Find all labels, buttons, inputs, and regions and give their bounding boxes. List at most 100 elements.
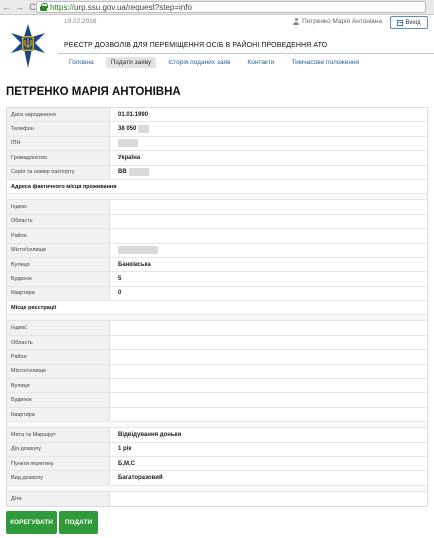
forward-arrow-icon[interactable]: → bbox=[13, 1, 26, 14]
table-row: Серія та номер паспорту ВВ bbox=[7, 165, 427, 180]
passport-value: ВВ bbox=[110, 166, 427, 179]
nav-divider bbox=[58, 53, 434, 54]
main-nav: Головна Подати заяву Історія поданих зая… bbox=[64, 57, 371, 68]
field-label: Мета та Маршрут bbox=[7, 428, 110, 442]
crossing-points-value: Б,М,С bbox=[118, 460, 135, 467]
tab-temporary-regulation[interactable]: Тимчасове положення bbox=[286, 57, 364, 68]
section-header: Місце реєстрації bbox=[7, 301, 427, 316]
field-label: Місто/селище bbox=[7, 243, 110, 257]
citizenship-value: Україна bbox=[118, 154, 141, 161]
table-row: Область bbox=[7, 335, 427, 351]
purpose-value: Відвідування доньки bbox=[118, 431, 182, 438]
browser-toolbar: ← → C https:// urp.ssu.gov.ua/request?st… bbox=[0, 0, 434, 15]
field-label: Вулиця bbox=[7, 379, 110, 393]
registry-title: РЕЄСТР ДОЗВОЛІВ ДЛЯ ПЕРЕМІЩЕННЯ ОСІБ В Р… bbox=[64, 42, 328, 49]
field-label: Вулиця bbox=[7, 257, 110, 272]
tab-home[interactable]: Головна bbox=[64, 57, 99, 68]
address-bar[interactable]: https:// urp.ssu.gov.ua/request?step=inf… bbox=[36, 1, 426, 13]
field-value bbox=[110, 336, 427, 349]
birth-date-value: 01.01.1990 bbox=[118, 111, 149, 118]
table-row: Будинок bbox=[7, 393, 427, 408]
registration-title: Місце реєстрації bbox=[7, 301, 207, 315]
field-label: Телефон bbox=[7, 122, 110, 136]
site-header: 19.02.2016 Петренко Марія Антонівна Вихі… bbox=[0, 15, 434, 75]
user-name: Петренко Марія Антонівна bbox=[302, 18, 382, 25]
table-row: Місто/селище bbox=[7, 364, 427, 380]
table-row: Діти bbox=[7, 491, 427, 507]
children-value bbox=[110, 492, 427, 506]
table-row: Будинок 5 bbox=[7, 272, 427, 287]
logout-icon bbox=[397, 19, 404, 26]
phone-value: 38 050 bbox=[110, 122, 427, 135]
tax-id-value bbox=[110, 137, 427, 150]
table-row: Індекс bbox=[7, 200, 427, 215]
logout-label: Вихід bbox=[405, 19, 421, 26]
field-label: Серія та номер паспорту bbox=[7, 165, 110, 179]
field-value bbox=[110, 408, 427, 421]
field-value bbox=[110, 229, 427, 242]
field-value bbox=[110, 200, 427, 213]
phone-text: 38 050 bbox=[118, 126, 137, 133]
redaction-block bbox=[138, 125, 150, 134]
tab-request-history[interactable]: Історія поданих заяв bbox=[163, 57, 235, 68]
table-row: Мета та Маршрут Відвідування доньки bbox=[7, 428, 427, 443]
ssu-emblem-icon bbox=[11, 24, 45, 68]
logout-button[interactable]: Вихід bbox=[390, 16, 428, 29]
redaction-block bbox=[128, 168, 149, 177]
back-arrow-icon[interactable]: ← bbox=[0, 1, 13, 14]
table-row: Пункти перетину Б,М,С bbox=[7, 456, 427, 472]
table-row: Область bbox=[7, 214, 427, 230]
edit-button[interactable]: КОРЕГУВАТИ bbox=[6, 511, 57, 534]
field-label: Дата народження bbox=[7, 108, 110, 122]
field-label: Громадянство bbox=[7, 151, 110, 165]
field-value bbox=[110, 321, 427, 334]
field-label: Дія дозволу bbox=[7, 442, 110, 456]
permit-type-value: Багаторазовий bbox=[118, 475, 163, 482]
actual-address-title: Адреса фактичного місця проживання bbox=[7, 179, 207, 194]
redaction-block bbox=[118, 246, 158, 255]
section-header: Адреса фактичного місця проживання bbox=[7, 179, 427, 195]
tab-contacts[interactable]: Контакти bbox=[242, 57, 279, 68]
page-title: ПЕТРЕНКО МАРІЯ АНТОНІВНА bbox=[6, 86, 181, 98]
table-row: Телефон 38 050 bbox=[7, 122, 427, 137]
table-row: Район bbox=[7, 229, 427, 244]
table-row: Квартира 0 bbox=[7, 286, 427, 302]
field-label: Район bbox=[7, 350, 110, 364]
field-label: Район bbox=[7, 229, 110, 243]
user-info: Петренко Марія Антонівна bbox=[293, 18, 382, 25]
field-label: Місто/селище bbox=[7, 364, 110, 379]
field-value bbox=[110, 350, 427, 363]
request-info-table: Дата народження 01.01.1990 Телефон 38 05… bbox=[6, 107, 428, 508]
table-row: Індекс bbox=[7, 321, 427, 336]
validity-value: 1 рік bbox=[118, 446, 132, 453]
table-row: Вид дозволу Багаторазовий bbox=[7, 471, 427, 486]
table-row: Місто/селище bbox=[7, 243, 427, 258]
table-row: Квартира bbox=[7, 407, 427, 423]
field-label: Будинок bbox=[7, 393, 110, 407]
field-label: Пункти перетину bbox=[7, 456, 110, 471]
url-path: urp.ssu.gov.ua/request?step=info bbox=[74, 2, 192, 12]
field-value bbox=[110, 393, 427, 406]
table-row: Дія дозволу 1 рік bbox=[7, 442, 427, 457]
field-label: ІПН bbox=[7, 136, 110, 151]
table-row: Громадянство Україна bbox=[7, 151, 427, 166]
field-label: Квартира bbox=[7, 286, 110, 301]
field-label: Будинок bbox=[7, 272, 110, 286]
apartment-value: 0 bbox=[118, 290, 122, 297]
field-label: Вид дозволу bbox=[7, 471, 110, 485]
redaction-block bbox=[118, 139, 138, 148]
lock-icon bbox=[40, 3, 48, 11]
table-row: Дата народження 01.01.1990 bbox=[7, 108, 427, 123]
passport-series: ВВ bbox=[118, 169, 127, 176]
field-label: Індекс bbox=[7, 200, 110, 214]
field-value bbox=[110, 379, 427, 392]
tab-submit-request[interactable]: Подати заяву bbox=[105, 57, 157, 68]
table-row: ІПН bbox=[7, 136, 427, 152]
current-date: 19.02.2016 bbox=[64, 18, 97, 25]
table-row: Вулиця bbox=[7, 379, 427, 394]
submit-button[interactable]: ПОДАТИ bbox=[59, 511, 98, 534]
url-scheme: https:// bbox=[50, 2, 75, 12]
field-value bbox=[110, 215, 427, 228]
table-row: Район bbox=[7, 350, 427, 365]
street-value: Банківська bbox=[118, 261, 151, 268]
